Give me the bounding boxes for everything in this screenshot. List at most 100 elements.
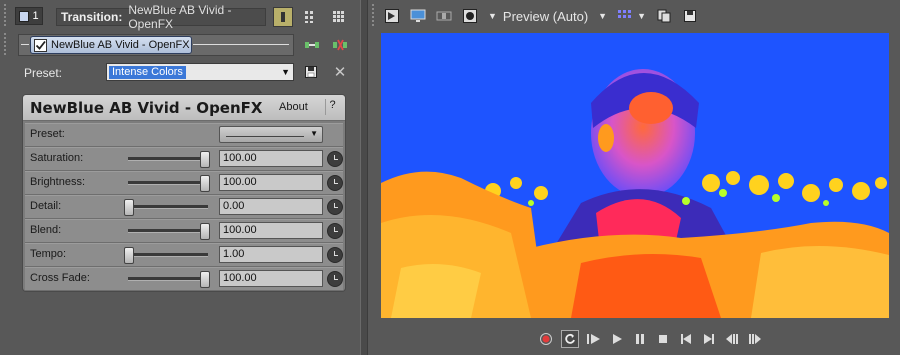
animate-clock-icon[interactable] <box>327 247 343 263</box>
param-value-input[interactable]: 100.00 <box>219 270 323 287</box>
param-value-input[interactable]: 1.00 <box>219 246 323 263</box>
copy-icon <box>657 9 671 23</box>
play-from-start-button[interactable] <box>586 331 602 347</box>
loop-button[interactable] <box>561 330 579 348</box>
previous-frame-button[interactable] <box>678 331 694 347</box>
animate-clock-icon[interactable] <box>327 223 343 239</box>
slider-track[interactable] <box>128 253 208 257</box>
preview-image <box>381 33 889 318</box>
about-button[interactable]: About <box>279 101 308 113</box>
param-value-input[interactable]: 100.00 <box>219 174 323 191</box>
panel-grip[interactable] <box>372 4 374 28</box>
checkmark-icon <box>35 40 46 50</box>
slider-thumb[interactable] <box>124 199 134 216</box>
param-row: Saturation: 100.00 <box>25 147 343 171</box>
animate-clock-icon[interactable] <box>327 199 343 215</box>
preset-dropdown[interactable]: Intense Colors ▼ <box>106 63 294 81</box>
plugin-preset-dropdown[interactable]: ▼ <box>219 126 323 143</box>
param-value-input[interactable]: 100.00 <box>219 150 323 167</box>
slider-thumb[interactable] <box>124 247 134 264</box>
animate-clock-icon[interactable] <box>327 271 343 287</box>
enable-checkbox[interactable] <box>34 38 47 52</box>
next-frame-button[interactable] <box>701 331 717 347</box>
large-grid-view-button[interactable] <box>330 8 348 26</box>
param-label: Brightness: <box>30 176 86 188</box>
param-row: Cross Fade: 100.00 <box>25 267 343 291</box>
slider-track[interactable] <box>128 229 208 233</box>
param-label: Cross Fade: <box>30 272 90 284</box>
track-number: 1 <box>32 10 39 22</box>
loop-icon <box>565 333 575 344</box>
monitor-icon <box>410 9 426 22</box>
single-column-view-button[interactable] <box>273 7 293 27</box>
preset-value: Intense Colors <box>109 66 186 79</box>
slider-track[interactable] <box>128 277 208 281</box>
preview-quality-label[interactable]: Preview (Auto) <box>503 9 588 24</box>
chevron-down-icon: ▼ <box>281 67 290 77</box>
plugin-chain-icon <box>305 42 319 48</box>
plugin-chain: NewBlue AB Vivid - OpenFX <box>18 34 294 56</box>
slider-track[interactable] <box>128 205 208 209</box>
plugin-header: NewBlue AB Vivid - OpenFX About ? <box>23 95 345 121</box>
chevron-down-icon[interactable]: ▼ <box>637 11 646 21</box>
panel-splitter[interactable] <box>360 0 368 355</box>
pause-button[interactable] <box>632 331 648 347</box>
slider-track[interactable] <box>128 157 208 161</box>
slider-thumb[interactable] <box>200 175 210 192</box>
param-row: Blend: 100.00 <box>25 219 343 243</box>
plugin-chain-chip[interactable]: NewBlue AB Vivid - OpenFX <box>30 36 192 54</box>
animate-clock-icon[interactable] <box>327 175 343 191</box>
previous-icon <box>681 334 691 344</box>
panel-grip[interactable] <box>4 4 6 28</box>
play-from-start-icon <box>587 334 600 344</box>
step-forward-button[interactable] <box>747 331 763 347</box>
plugin-parameters-panel: NewBlue AB Vivid - OpenFX About ? Preset… <box>22 94 346 292</box>
remove-plugin-button[interactable] <box>332 37 348 53</box>
delete-preset-button[interactable]: ✕ <box>332 64 348 81</box>
chevron-down-icon[interactable]: ▼ <box>488 11 497 21</box>
play-button[interactable] <box>609 331 625 347</box>
save-snapshot-button[interactable] <box>682 8 698 24</box>
param-label: Detail: <box>30 200 62 212</box>
slider-thumb[interactable] <box>200 271 210 288</box>
slider-track[interactable] <box>128 181 208 185</box>
record-icon <box>540 333 552 345</box>
transition-name: NewBlue AB Vivid - OpenFX <box>128 3 232 31</box>
transition-panel: 1 Transition: NewBlue AB Vivid - OpenFX … <box>0 0 360 355</box>
project-settings-button[interactable] <box>384 8 400 24</box>
copy-snapshot-button[interactable] <box>656 8 672 24</box>
step-back-button[interactable] <box>724 331 740 347</box>
add-plugin-button[interactable] <box>304 37 320 53</box>
slider-thumb[interactable] <box>200 223 210 240</box>
transport-controls <box>538 329 763 349</box>
param-value-input[interactable]: 100.00 <box>219 222 323 239</box>
record-button[interactable] <box>538 331 554 347</box>
param-label: Blend: <box>30 224 62 236</box>
grid-view-button[interactable] <box>302 8 320 26</box>
close-icon: ✕ <box>333 64 347 81</box>
param-value-input[interactable]: 0.00 <box>219 198 323 215</box>
split-screen-button[interactable] <box>436 8 452 24</box>
chevron-down-icon[interactable]: ▼ <box>598 11 607 21</box>
transition-header: Transition: NewBlue AB Vivid - OpenFX <box>56 3 266 31</box>
video-preview-frame[interactable] <box>381 33 889 318</box>
step-back-icon <box>726 334 738 344</box>
video-fx-button[interactable] <box>462 8 478 24</box>
play-icon <box>613 334 622 344</box>
overlays-button[interactable] <box>617 8 633 24</box>
save-preset-button[interactable] <box>303 64 319 80</box>
stop-icon <box>659 335 667 343</box>
animate-clock-icon[interactable] <box>327 151 343 167</box>
param-row: Detail: 0.00 <box>25 195 343 219</box>
chain-connector <box>21 44 29 45</box>
slider-thumb[interactable] <box>200 151 210 168</box>
stop-button[interactable] <box>655 331 671 347</box>
project-settings-icon <box>385 9 399 23</box>
split-screen-icon <box>436 11 452 21</box>
preset-param-row: Preset: ▼ <box>25 123 343 147</box>
track-badge[interactable]: 1 <box>15 7 43 25</box>
chain-grip[interactable] <box>4 33 6 57</box>
pause-icon <box>636 334 644 344</box>
help-button[interactable]: ? <box>325 99 339 115</box>
external-monitor-button[interactable] <box>410 8 426 24</box>
